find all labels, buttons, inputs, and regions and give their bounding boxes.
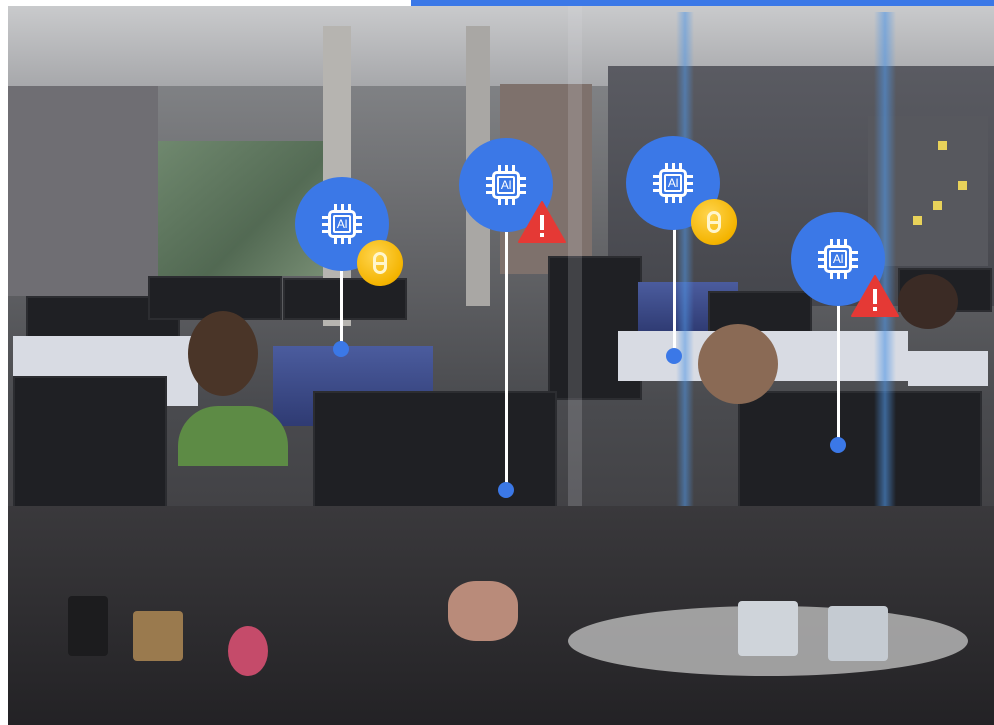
person-head bbox=[898, 274, 958, 329]
coin-icon bbox=[691, 199, 737, 245]
monitor-screen bbox=[908, 351, 988, 386]
desk-toy bbox=[228, 626, 268, 676]
marker-anchor-dot[interactable] bbox=[498, 482, 514, 498]
ai-chip-icon: AI bbox=[320, 202, 364, 246]
sticky-note bbox=[938, 141, 947, 150]
desk-item bbox=[738, 601, 798, 656]
person-head bbox=[188, 311, 258, 396]
back-wall-left bbox=[8, 86, 158, 296]
marker-line bbox=[505, 225, 508, 487]
light-reflection bbox=[676, 12, 694, 532]
warning-icon bbox=[518, 201, 566, 243]
ai-chip-label: AI bbox=[664, 174, 682, 192]
coin-icon bbox=[357, 240, 403, 286]
person-shirt bbox=[178, 406, 288, 466]
sticky-note bbox=[913, 216, 922, 225]
desk-item bbox=[133, 611, 183, 661]
ai-chip-label: AI bbox=[333, 215, 351, 233]
desk-toy bbox=[448, 581, 518, 641]
marker-line bbox=[340, 262, 343, 344]
ai-chip-icon: AI bbox=[651, 161, 695, 205]
office-photo bbox=[8, 6, 994, 725]
marker-line bbox=[837, 300, 840, 440]
desk-item bbox=[828, 606, 888, 661]
sticky-note bbox=[958, 181, 967, 190]
sticky-note bbox=[933, 201, 942, 210]
ai-chip-label: AI bbox=[829, 250, 847, 268]
warning-icon bbox=[851, 275, 899, 317]
pen-holder bbox=[68, 596, 108, 656]
marker-line bbox=[673, 225, 676, 351]
image-canvas: AI AI AI AI bbox=[0, 0, 994, 725]
ai-chip-label: AI bbox=[497, 176, 515, 194]
person-head bbox=[698, 324, 778, 404]
marker-anchor-dot[interactable] bbox=[666, 348, 682, 364]
marker-anchor-dot[interactable] bbox=[333, 341, 349, 357]
marker-anchor-dot[interactable] bbox=[830, 437, 846, 453]
